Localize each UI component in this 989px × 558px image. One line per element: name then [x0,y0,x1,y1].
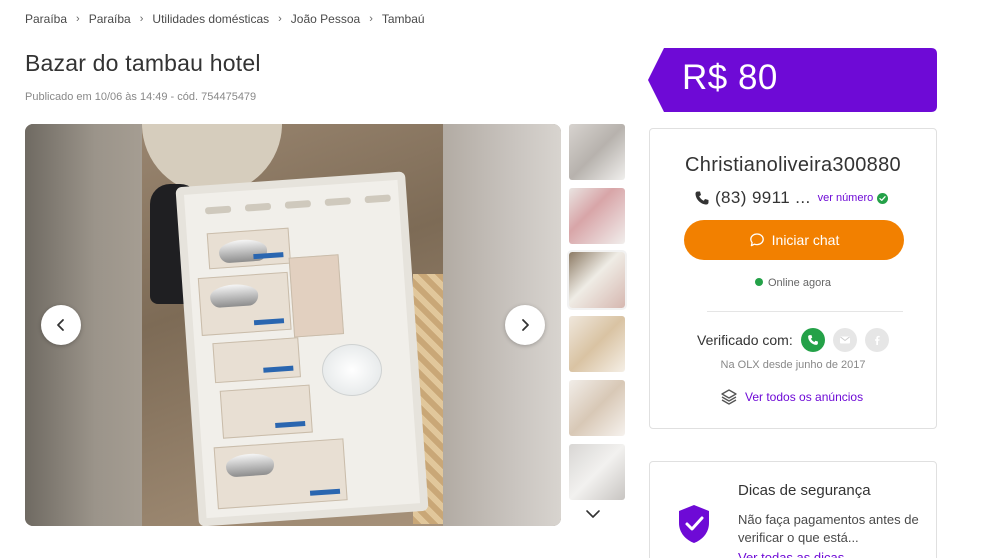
photo-crate [175,171,429,526]
thumbnail-6[interactable] [569,444,625,500]
safety-title: Dicas de segurança [738,482,871,499]
thumbnail-2[interactable] [569,188,625,244]
thumbnail-5[interactable] [569,380,625,436]
breadcrumb-state[interactable]: Paraíba [25,12,67,26]
gallery-prev-button[interactable] [41,305,81,345]
image-gallery[interactable] [25,124,561,526]
all-ads-link[interactable]: Ver todos os anúncios [720,388,863,406]
online-status-label: Online agora [768,277,831,289]
chat-bubble-icon [749,233,764,247]
breadcrumb-neighborhood[interactable]: Tambaú [382,12,425,26]
verified-label: Verificado com: [697,332,793,348]
verified-email-icon [832,328,857,352]
seller-card: Christianoliveira300880 (83) 9911 ... ve… [649,128,937,429]
verified-phone-icon [800,328,825,352]
chevron-left-icon [57,319,64,331]
all-ads-label: Ver todos os anúncios [745,390,864,404]
verified-row: Verificado com: [697,328,897,352]
breadcrumb-separator: › [76,13,80,25]
breadcrumb-separator: › [278,13,282,25]
phone-icon [695,191,709,205]
main-photo[interactable] [142,124,443,526]
safety-tips-card: Dicas de segurança Não faça pagamentos a… [649,461,937,558]
seller-name: Christianoliveira300880 [685,154,901,176]
breadcrumb-category[interactable]: Utilidades domésticas [152,12,269,26]
ad-publish-info: Publicado em 10/06 às 14:49 - cód. 75447… [25,91,257,103]
online-status: Online agora [650,277,936,289]
divider [707,311,903,312]
online-dot [755,278,763,286]
breadcrumb-city[interactable]: João Pessoa [291,12,360,26]
shield-check-icon [679,505,709,543]
thumbnail-strip [567,124,627,508]
thumbnail-1[interactable] [569,124,625,180]
breadcrumb-region[interactable]: Paraíba [89,12,131,26]
seller-phone: (83) 9911 ... [715,188,811,207]
start-chat-label: Iniciar chat [771,232,840,248]
safety-all-tips-link[interactable]: Ver todas as dicas [738,550,844,558]
phone-row: (83) 9911 ... ver número [694,188,889,208]
thumbnail-4[interactable] [569,316,625,372]
price-tag: R$ 80 [648,48,937,112]
safety-body: Não faça pagamentos antes de verificar o… [738,512,919,545]
chevron-right-icon [522,319,529,331]
price: R$ 80 [682,58,778,97]
verified-facebook-icon [864,328,889,352]
ad-title: Bazar do tambau hotel [25,50,261,76]
thumbnail-3[interactable] [567,250,627,310]
check-circle-icon [877,192,889,204]
breadcrumb-separator: › [139,13,144,25]
gallery-next-button[interactable] [505,305,545,345]
breadcrumb-separator: › [369,13,373,25]
member-since: Na OLX desde junho de 2017 [720,359,866,371]
chevron-down-icon[interactable] [585,506,601,522]
breadcrumb: Paraíba › Paraíba › Utilidades doméstica… [25,12,425,26]
layers-icon [721,389,737,405]
start-chat-button[interactable]: Iniciar chat [684,220,904,260]
show-number-link[interactable]: ver número [818,192,874,204]
